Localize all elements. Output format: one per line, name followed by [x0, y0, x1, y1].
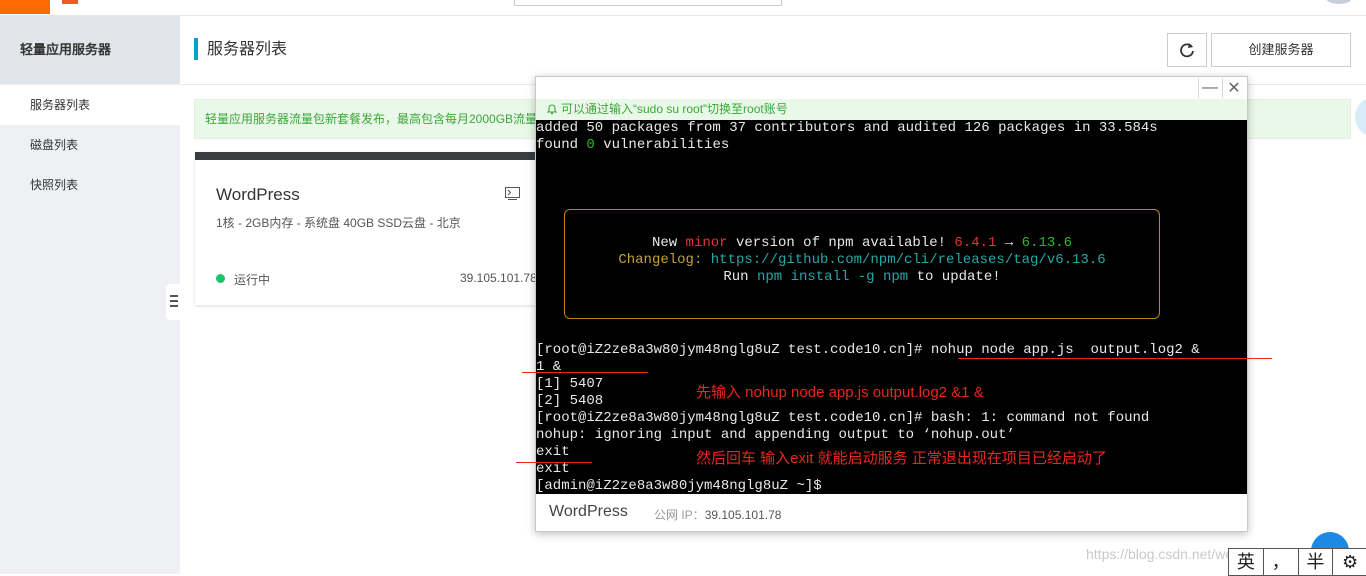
terminal-titlebar[interactable]: — ✕: [536, 77, 1247, 100]
notice-text: 轻量应用服务器流量包新套餐发布，最高包含每月2000GB流量: [205, 112, 538, 126]
gear-icon[interactable]: ⚙: [1333, 549, 1366, 575]
ime-punctuation-toggle[interactable]: ，: [1264, 549, 1299, 575]
close-button[interactable]: ✕: [1222, 78, 1245, 98]
minimize-button[interactable]: —: [1198, 78, 1221, 98]
npm-update-line: New minor version of npm available! 6.4.…: [651, 235, 1073, 251]
terminal-footer: WordPress 公网 IP：39.105.101.78: [536, 494, 1247, 530]
npm-changelog-line: Changelog: https://github.com/npm/cli/re…: [618, 252, 1106, 268]
close-icon: ✕: [1227, 80, 1241, 97]
sidebar-item-snapshot-list[interactable]: 快照列表: [0, 165, 180, 205]
npm-update-box: New minor version of npm available! 6.4.…: [564, 209, 1160, 319]
ime-width-toggle[interactable]: 半: [1299, 549, 1334, 575]
brand-logo[interactable]: [0, 0, 50, 14]
bell-icon: [546, 104, 558, 115]
avatar[interactable]: [1326, 0, 1352, 4]
server-ip: 39.105.101.78: [460, 271, 537, 285]
terminal-line: [2] 5408: [536, 393, 604, 409]
terminal-screen[interactable]: added 50 packages from 37 contributors a…: [536, 120, 1247, 494]
terminal-line: exit: [536, 444, 570, 460]
card-header-bar: [195, 152, 540, 160]
server-status: 运行中: [234, 273, 271, 287]
terminal-line: nohup: ignoring input and appending outp…: [536, 427, 1015, 443]
footer-public-ip: 公网 IP：39.105.101.78: [654, 508, 782, 522]
minimize-icon: —: [1202, 79, 1218, 96]
sidebar-item-server-list[interactable]: 服务器列表: [0, 85, 180, 125]
terminal-prompt: [admin@iZ2ze8a3w80jym48nglg8uZ ~]$: [536, 478, 822, 494]
server-name[interactable]: WordPress: [216, 185, 300, 205]
footer-server-name: WordPress: [549, 503, 628, 520]
top-navbar: [0, 0, 1366, 16]
terminal-icon[interactable]: [505, 187, 520, 200]
page-title: 服务器列表: [207, 41, 288, 58]
annotation-underline: [522, 372, 648, 373]
sidebar-collapse-toggle[interactable]: [166, 284, 180, 320]
annotation-underline: [958, 358, 1272, 359]
refresh-button[interactable]: [1167, 33, 1207, 67]
create-server-button[interactable]: 创建服务器: [1211, 33, 1351, 67]
global-search-input[interactable]: [514, 0, 782, 6]
refresh-icon: [1180, 43, 1194, 58]
sidebar-item-disk-list[interactable]: 磁盘列表: [0, 125, 180, 165]
ime-toolbar[interactable]: 英 ， 半 ⚙: [1228, 548, 1366, 576]
server-spec: 1核 - 2GB内存 - 系统盘 40GB SSD云盘 - 北京: [216, 216, 461, 230]
sidebar-title: 轻量应用服务器: [0, 16, 180, 84]
floating-help-badge[interactable]: [1355, 97, 1366, 137]
terminal-line: [root@iZ2ze8a3w80jym48nglg8uZ test.code1…: [536, 410, 1150, 426]
ime-language-toggle[interactable]: 英: [1229, 549, 1264, 575]
sidebar: 轻量应用服务器 服务器列表 磁盘列表 快照列表: [0, 16, 180, 574]
terminal-tip: 可以通过输入“sudo su root”切换至root账号: [536, 99, 1247, 120]
terminal-line: exit: [536, 461, 570, 477]
terminal-line: [root@iZ2ze8a3w80jym48nglg8uZ test.code1…: [536, 342, 1200, 358]
terminal-line: [1] 5407: [536, 376, 604, 392]
annotation-underline: [516, 462, 592, 463]
status-dot: [216, 274, 225, 283]
brand-logo-text: [62, 0, 78, 4]
terminal-line: found 0 vulnerabilities: [536, 137, 730, 153]
npm-run-line: Run npm install -g npm to update!: [723, 269, 1001, 285]
title-accent-bar: [194, 38, 198, 60]
terminal-line: added 50 packages from 37 contributors a…: [536, 120, 1158, 136]
terminal-line: 1 &: [536, 359, 562, 375]
annotation-step-2: 然后回车 输入exit 就能启动服务 正常退出现在项目已经启动了: [696, 450, 1107, 467]
annotation-step-1: 先输入 nohup node app.js output.log2 &1 &: [696, 384, 984, 401]
terminal-tip-text: 可以通过输入“sudo su root”切换至root账号: [561, 102, 788, 116]
server-card[interactable]: WordPress 1核 - 2GB内存 - 系统盘 40GB SSD云盘 - …: [195, 152, 540, 305]
menu-icon: [170, 295, 178, 307]
